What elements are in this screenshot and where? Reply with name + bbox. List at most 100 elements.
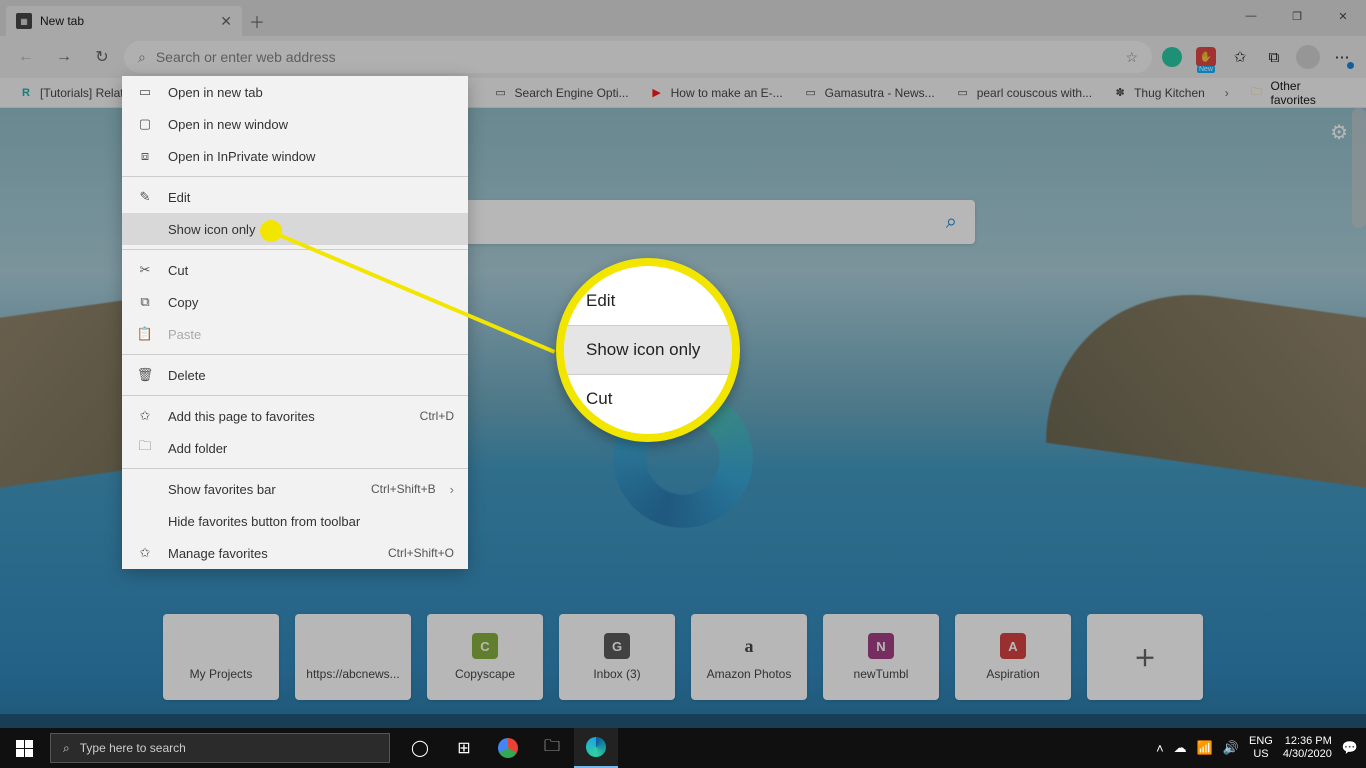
clipboard-icon: 📋 <box>136 326 154 342</box>
collections-button[interactable]: ⧉ <box>1260 43 1288 71</box>
copy-icon: ⧉ <box>136 294 154 310</box>
page-settings-button[interactable]: ⚙ <box>1330 120 1348 145</box>
new-tab-icon: ▭ <box>136 84 154 100</box>
cm-add-folder[interactable]: 🗀Add folder <box>122 432 468 464</box>
quick-link-tile[interactable]: CCopyscape <box>427 614 543 700</box>
cm-delete[interactable]: 🗑Delete <box>122 359 468 391</box>
cm-manage-favorites[interactable]: ✩Manage favoritesCtrl+Shift+O <box>122 537 468 569</box>
back-button[interactable]: ← <box>10 41 42 73</box>
ntp-search-box[interactable]: ⌕ <box>391 200 975 244</box>
callout-anchor-dot <box>260 220 282 242</box>
menu-separator <box>122 468 468 469</box>
callout-row-edit: Edit <box>564 277 732 325</box>
add-tile-button[interactable]: ＋ <box>1087 614 1203 700</box>
address-placeholder: Search or enter web address <box>156 49 336 65</box>
address-bar[interactable]: ⌕ Search or enter web address ☆ <box>124 41 1152 73</box>
tile-icon: G <box>604 633 630 659</box>
explorer-taskbar-icon[interactable]: 🗀 <box>530 728 574 768</box>
tab-title: New tab <box>40 14 84 28</box>
menu-separator <box>122 354 468 355</box>
taskbar-pinned-apps: ◯ ⊞ 🗀 <box>398 728 618 768</box>
site-icon: ✽ <box>1112 85 1128 101</box>
window-icon: ▢ <box>136 116 154 132</box>
star-plus-icon: ✩ <box>136 408 154 424</box>
chrome-taskbar-icon[interactable] <box>486 728 530 768</box>
quick-link-tile[interactable]: GInbox (3) <box>559 614 675 700</box>
refresh-button[interactable]: ↻ <box>86 41 118 73</box>
scrollbar[interactable] <box>1352 108 1366 768</box>
extensions-row: ✋ ✩ ⧉ ⋯ <box>1158 43 1356 71</box>
adblock-icon[interactable]: ✋ <box>1192 43 1220 71</box>
quick-link-tile[interactable]: NnewTumbl <box>823 614 939 700</box>
quick-link-tile[interactable]: https://abcnews... <box>295 614 411 700</box>
tile-icon: A <box>1000 633 1026 659</box>
chevron-right-icon: › <box>450 482 454 497</box>
tile-icon: a <box>736 633 762 659</box>
tab-close-icon[interactable]: ✕ <box>220 13 232 30</box>
quick-links-tiles: My Projects https://abcnews... CCopyscap… <box>163 614 1203 700</box>
bookmark-item[interactable]: ✽Thug Kitchen <box>1104 78 1213 107</box>
other-favorites-folder[interactable]: 🗀Other favorites <box>1241 79 1356 107</box>
minimize-button[interactable]: — <box>1228 0 1274 32</box>
close-window-button[interactable]: ✕ <box>1320 0 1366 32</box>
cm-open-new-window[interactable]: ▢Open in new window <box>122 108 468 140</box>
cm-edit[interactable]: ✎Edit <box>122 181 468 213</box>
start-button[interactable] <box>0 728 48 768</box>
onedrive-icon[interactable]: ☁ <box>1174 740 1187 756</box>
taskbar-search[interactable]: ⌕ Type here to search <box>50 733 390 763</box>
bookmark-item[interactable]: ▭pearl couscous with... <box>947 78 1100 107</box>
bookmark-item[interactable]: ▭Gamasutra - News... <box>795 78 943 107</box>
volume-icon[interactable]: 🔊 <box>1223 740 1239 756</box>
page-icon: ▭ <box>803 85 819 101</box>
favorite-star-icon[interactable]: ☆ <box>1125 49 1138 66</box>
cortana-button[interactable]: ◯ <box>398 728 442 768</box>
tab-favicon-icon: ▦ <box>16 13 32 29</box>
tray-chevron-icon[interactable]: ˄ <box>1156 741 1164 756</box>
search-icon: ⌕ <box>138 49 146 66</box>
scissors-icon: ✂ <box>136 262 154 278</box>
page-icon: ▭ <box>955 85 971 101</box>
grammarly-icon[interactable] <box>1158 43 1186 71</box>
maximize-button[interactable]: ❐ <box>1274 0 1320 32</box>
scrollbar-thumb[interactable] <box>1352 108 1366 228</box>
menu-separator <box>122 395 468 396</box>
menu-separator <box>122 249 468 250</box>
context-menu: ▭Open in new tab ▢Open in new window ⧈Op… <box>122 76 468 569</box>
quick-link-tile[interactable]: AAspiration <box>955 614 1071 700</box>
page-icon: ▭ <box>493 85 509 101</box>
tile-icon: N <box>868 633 894 659</box>
system-tray: ˄ ☁ 📶 🔊 ENG US 12:36 PM 4/30/2020 💬 <box>1156 735 1366 761</box>
favorites-button[interactable]: ✩ <box>1226 43 1254 71</box>
callout-row-cut: Cut <box>564 375 732 423</box>
bookmark-item[interactable]: ▭Search Engine Opti... <box>485 78 637 107</box>
bookmark-favicon-icon: R <box>18 85 34 101</box>
cm-open-new-tab[interactable]: ▭Open in new tab <box>122 76 468 108</box>
tile-icon <box>208 633 234 659</box>
profile-avatar[interactable] <box>1294 43 1322 71</box>
action-center-icon[interactable]: 💬 <box>1342 740 1358 756</box>
cm-show-favorites-bar[interactable]: Show favorites barCtrl+Shift+B› <box>122 473 468 505</box>
wifi-icon[interactable]: 📶 <box>1197 740 1213 756</box>
cm-hide-favorites-button[interactable]: Hide favorites button from toolbar <box>122 505 468 537</box>
cm-add-page[interactable]: ✩Add this page to favoritesCtrl+D <box>122 400 468 432</box>
folder-plus-icon: 🗀 <box>136 437 154 459</box>
cm-open-inprivate[interactable]: ⧈Open in InPrivate window <box>122 140 468 172</box>
taskbar-clock[interactable]: 12:36 PM 4/30/2020 <box>1283 735 1332 761</box>
task-view-button[interactable]: ⊞ <box>442 728 486 768</box>
forward-button[interactable]: → <box>48 41 80 73</box>
cm-cut[interactable]: ✂Cut <box>122 254 468 286</box>
tile-icon <box>340 633 366 659</box>
bookmarks-overflow-button[interactable]: › <box>1217 86 1237 100</box>
bookmark-item[interactable]: ▶How to make an E-... <box>641 78 791 107</box>
folder-icon: 🗀 <box>1249 85 1265 101</box>
cm-paste: 📋Paste <box>122 318 468 350</box>
language-indicator[interactable]: ENG US <box>1249 735 1273 761</box>
new-tab-button[interactable]: ＋ <box>242 6 272 36</box>
quick-link-tile[interactable]: My Projects <box>163 614 279 700</box>
quick-link-tile[interactable]: aAmazon Photos <box>691 614 807 700</box>
callout-row-show-icon-only: Show icon only <box>564 326 732 374</box>
settings-more-button[interactable]: ⋯ <box>1328 43 1356 71</box>
search-icon: ⌕ <box>63 741 70 756</box>
browser-tab[interactable]: ▦ New tab ✕ <box>6 6 242 36</box>
edge-taskbar-icon[interactable] <box>574 728 618 768</box>
